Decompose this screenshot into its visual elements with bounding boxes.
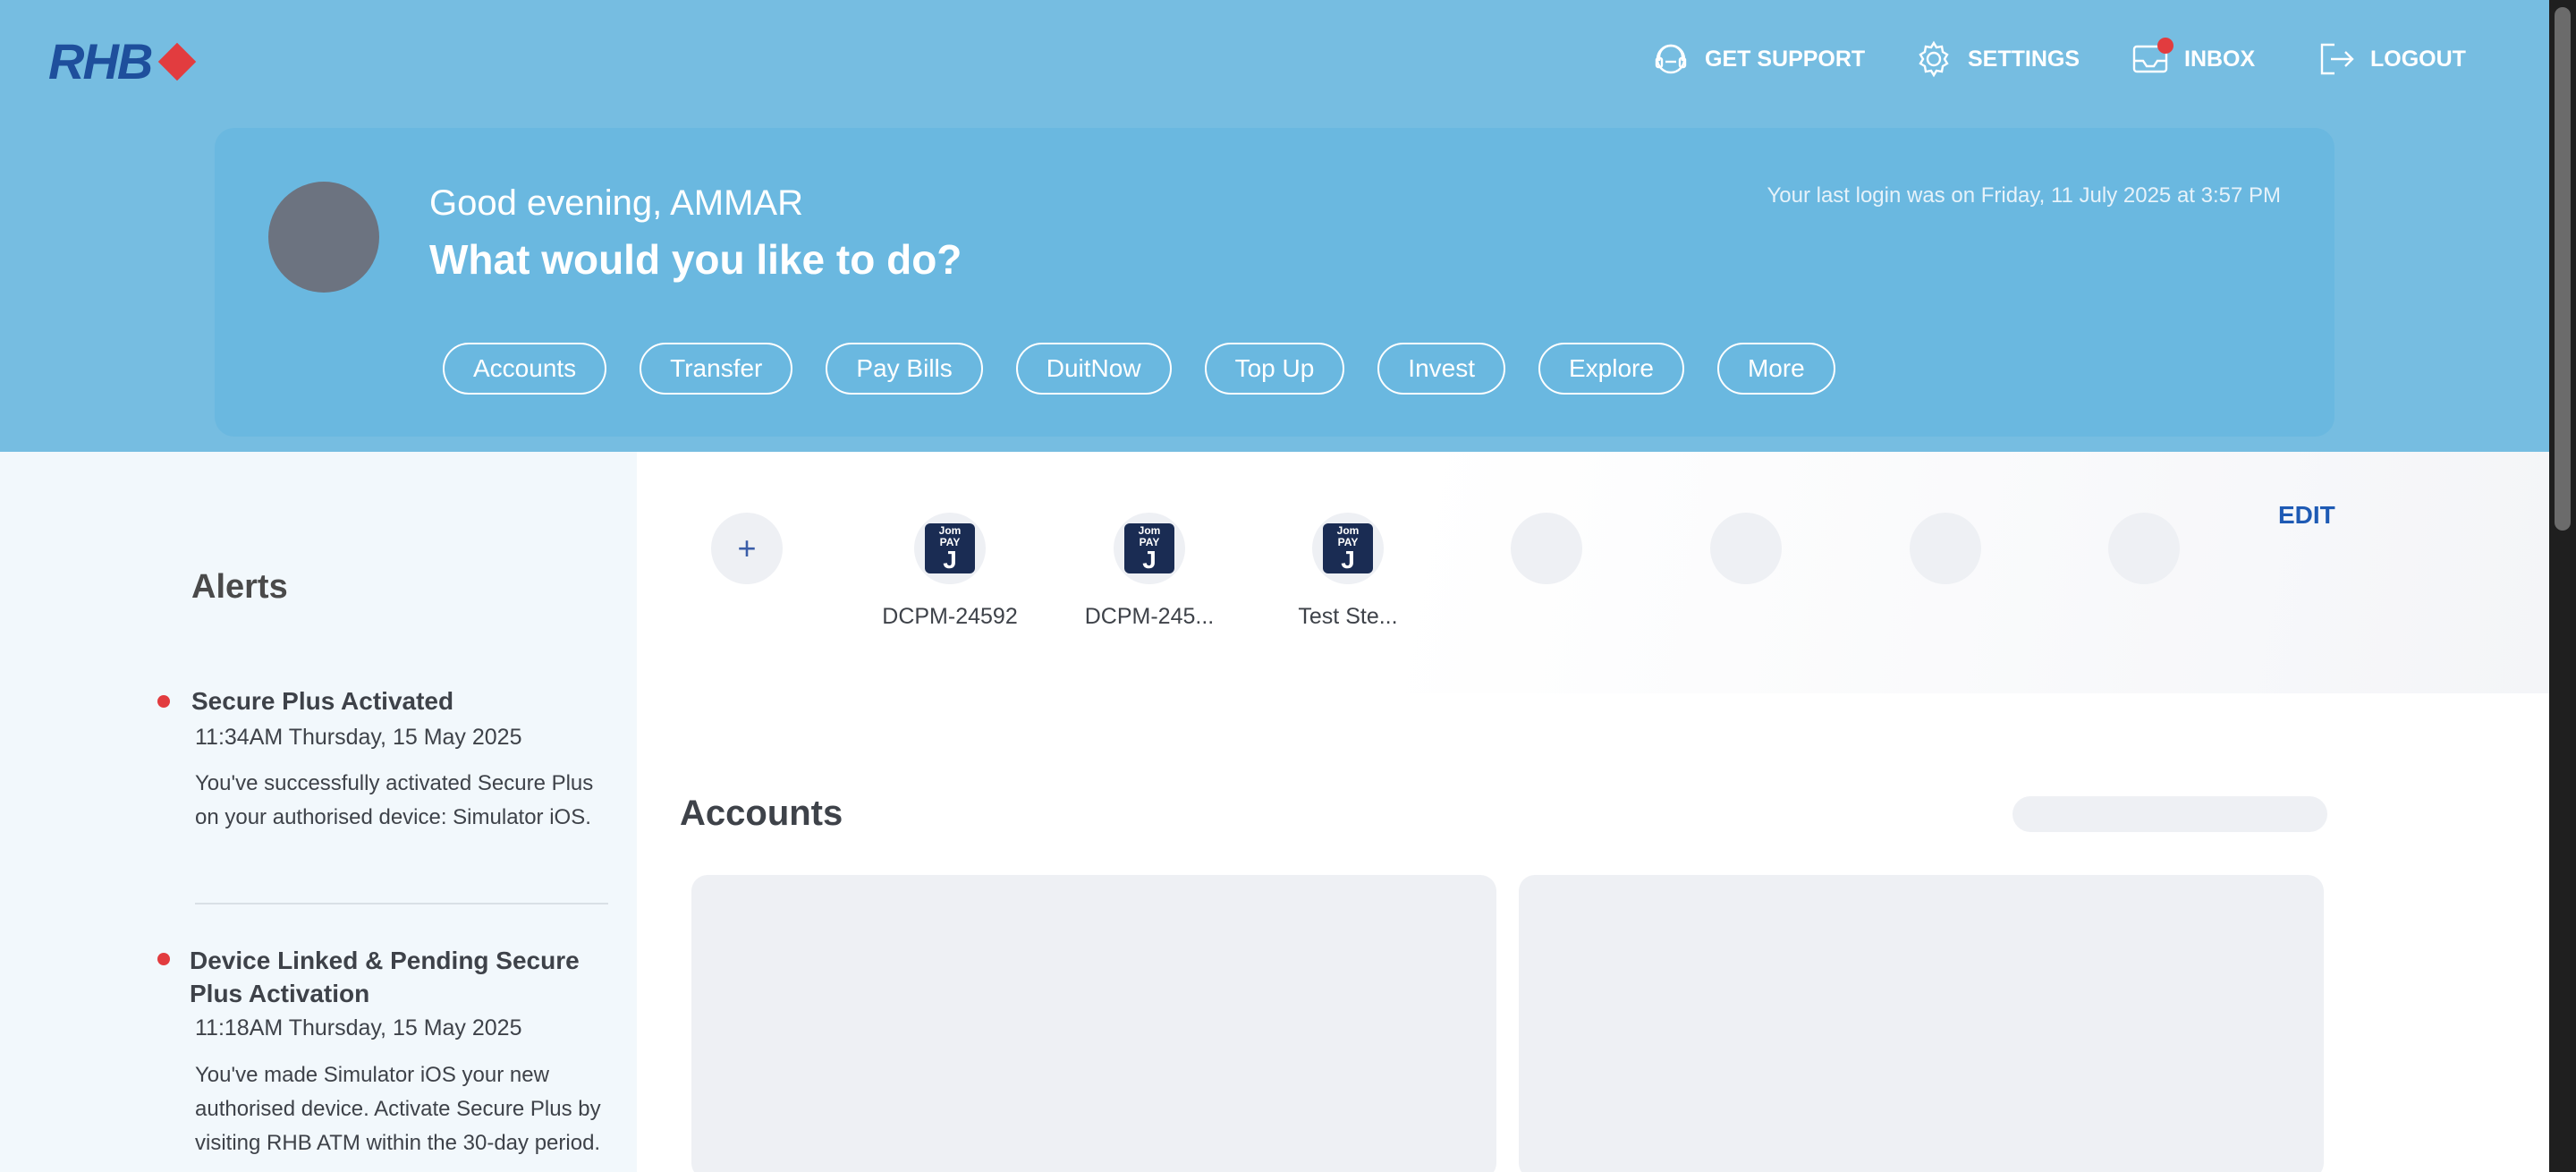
jompay-icon: Jom PAY J (1124, 523, 1174, 573)
alert-item[interactable]: Secure Plus Activated 11:34AM Thursday, … (157, 684, 614, 829)
last-login-text: Your last login was on Friday, 11 July 2… (1767, 183, 2281, 208)
jompay-icon: Jom PAY J (925, 523, 975, 573)
settings-label: SETTINGS (1968, 46, 2080, 72)
jompay-logo-j: J (1142, 546, 1157, 573)
greeting-panel: Good evening, AMMAR What would you like … (215, 128, 2334, 437)
scrollbar[interactable] (2549, 0, 2576, 1172)
pill-explore[interactable]: Explore (1538, 343, 1684, 395)
pill-pay-bills[interactable]: Pay Bills (826, 343, 983, 395)
logout-link[interactable]: LOGOUT (2317, 39, 2466, 79)
account-card-placeholder (691, 875, 1496, 1172)
header-banner: RHB GET SUPPORT SETTINGS INBOX LOGOUT Go… (0, 0, 2549, 452)
favourite-label[interactable]: Test Ste... (1258, 604, 1437, 630)
inbox-label: INBOX (2184, 46, 2256, 72)
favourite-label[interactable]: DCPM-245... (1060, 604, 1239, 630)
alert-unread-dot (157, 953, 170, 965)
pill-invest[interactable]: Invest (1377, 343, 1505, 395)
greeting-text: Good evening, AMMAR (429, 183, 803, 223)
inbox-link[interactable]: INBOX (2131, 38, 2256, 79)
settings-link[interactable]: SETTINGS (1914, 39, 2080, 79)
pill-accounts[interactable]: Accounts (443, 343, 607, 395)
gear-icon (1919, 40, 1949, 78)
favourite-placeholder (1710, 513, 1782, 584)
alert-divider (195, 903, 608, 904)
favourite-placeholder (2108, 513, 2180, 584)
get-support-label: GET SUPPORT (1705, 46, 1866, 72)
greeting-question: What would you like to do? (429, 236, 962, 283)
alert-time: 11:18AM Thursday, 15 May 2025 (195, 1015, 522, 1040)
account-card-placeholder (1519, 875, 2324, 1172)
favourite-placeholder (1910, 513, 1981, 584)
add-favourite-button[interactable]: + (711, 513, 783, 584)
jompay-logo-j: J (1341, 546, 1355, 573)
jompay-logo-j: J (943, 546, 957, 573)
logout-icon (2320, 43, 2354, 75)
alert-item[interactable]: Device Linked & Pending Secure Plus Acti… (156, 944, 612, 1172)
pill-duitnow[interactable]: DuitNow (1015, 343, 1172, 395)
favourite-label[interactable]: DCPM-24592 (860, 604, 1039, 630)
favourite-item-3[interactable]: Jom PAY J (1312, 513, 1384, 584)
pill-more[interactable]: More (1716, 343, 1835, 395)
alert-body: You've successfully activated Secure Plu… (195, 771, 594, 829)
avatar[interactable] (268, 182, 379, 293)
quick-action-pills: Accounts Transfer Pay Bills DuitNow Top … (443, 343, 1868, 395)
accounts-loading-placeholder (2012, 796, 2327, 832)
top-navigation: GET SUPPORT SETTINGS INBOX LOGOUT (0, 38, 2549, 84)
alert-unread-dot (157, 695, 170, 708)
get-support-link[interactable]: GET SUPPORT (1651, 39, 1865, 79)
alert-body: You've made Simulator iOS your new autho… (195, 1063, 601, 1155)
logout-label: LOGOUT (2370, 46, 2466, 72)
alert-title: Secure Plus Activated (191, 687, 454, 715)
jompay-icon: Jom PAY J (1323, 523, 1373, 573)
alert-time: 11:34AM Thursday, 15 May 2025 (195, 725, 522, 750)
headset-icon (1655, 44, 1687, 74)
unread-badge (2157, 38, 2174, 54)
scrollbar-thumb[interactable] (2555, 7, 2571, 531)
accounts-title: Accounts (680, 794, 843, 833)
favourite-placeholder (1511, 513, 1582, 584)
alerts-sidebar: Alerts Secure Plus Activated 11:34AM Thu… (0, 452, 637, 1172)
pill-transfer[interactable]: Transfer (640, 343, 793, 395)
favourite-item-1[interactable]: Jom PAY J (914, 513, 986, 584)
edit-favourites-button[interactable]: EDIT (2278, 501, 2335, 530)
alerts-title: Alerts (191, 568, 288, 606)
favourites-bar: + Jom PAY J DCPM-24592 Jom PAY J DCPM-24… (637, 452, 2549, 693)
plus-icon: + (737, 530, 757, 566)
alert-title: Device Linked & Pending Secure Plus Acti… (190, 947, 580, 1007)
pill-top-up[interactable]: Top Up (1204, 343, 1345, 395)
favourite-item-2[interactable]: Jom PAY J (1114, 513, 1185, 584)
